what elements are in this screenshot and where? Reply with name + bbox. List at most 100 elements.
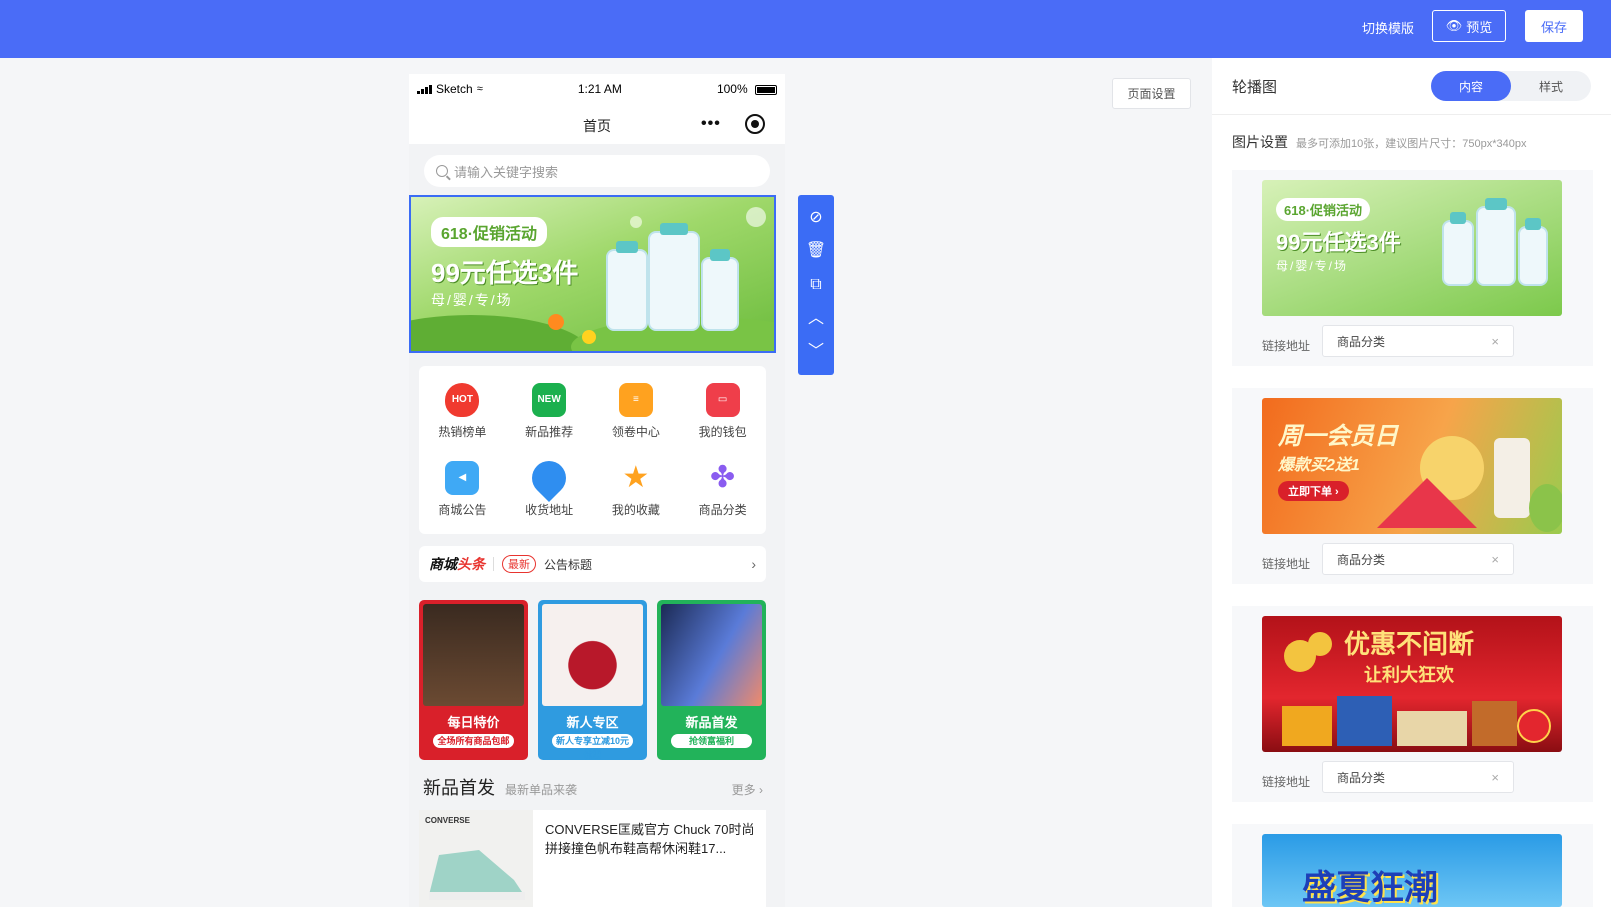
promo-card-daily[interactable]: 每日特价 全场所有商品包邮 <box>419 600 528 760</box>
wine-image <box>423 604 524 706</box>
preview-button[interactable]: 👁 预览 <box>1432 10 1506 42</box>
preview-label: 预览 <box>1466 19 1493 35</box>
close-target-icon[interactable] <box>744 114 765 134</box>
link-value: 商品分类 <box>1337 770 1386 785</box>
megaphone-icon: ◀ <box>445 460 480 495</box>
slot-image[interactable]: 618·促销活动 99元任选3件 母/婴/专/场 <box>1262 180 1562 316</box>
grid-item-hot[interactable]: HOT 热销榜单 <box>419 372 506 450</box>
grid-item-wallet[interactable]: ▭ 我的钱包 <box>679 372 766 450</box>
slot-image-headline: 盛夏狂潮 <box>1302 869 1438 907</box>
trash-icon[interactable]: 🗑 <box>806 243 826 259</box>
cherry-image <box>542 604 643 706</box>
grid-item-address[interactable]: 收货地址 <box>506 450 593 528</box>
battery-percent: 100% <box>716 82 748 96</box>
card-subtitle: 新人专享立减10元优惠 <box>552 734 633 760</box>
slot-image-headline: 99元任选3件 <box>1276 230 1401 255</box>
category-icon: ✤ <box>710 461 736 494</box>
chevron-up-icon[interactable]: ︿ <box>808 310 824 327</box>
eye-slash-icon[interactable]: ⊘ <box>809 209 822 226</box>
carousel-slot: 盛夏狂潮 <box>1232 824 1593 907</box>
product-bottle-image <box>701 249 739 331</box>
clear-icon[interactable]: × <box>1491 552 1499 567</box>
wallet-icon: ▭ <box>705 382 740 417</box>
link-input[interactable]: 商品分类 × <box>1322 325 1514 357</box>
link-label: 链接地址 <box>1262 339 1311 353</box>
chevron-down-icon[interactable]: ﹀ <box>808 344 824 360</box>
status-bar: Sketch ≈ 1:21 AM 100% <box>409 74 785 104</box>
settings-panel: 轮播图 内容 样式 图片设置 最多可添加10张，建议图片尺寸：750px*340… <box>1212 58 1611 907</box>
coupon-icon: ≡ <box>618 382 653 417</box>
panel-title: 轮播图 <box>1232 78 1278 96</box>
card-subtitle: 全场所有商品包邮 <box>433 734 514 748</box>
product-item[interactable]: CONVERSE CONVERSE匡威官方 Chuck 70时尚拼接撞色帆布鞋高… <box>419 810 766 907</box>
icon-nav-grid: HOT 热销榜单 NEW 新品推荐 ≡ 领卷中心 ▭ 我的钱包 ◀ 商城公告 收… <box>419 366 766 534</box>
carousel-banner[interactable]: 618·促销活动 99元任选3件 母/婴/专/场 <box>409 195 776 353</box>
more-link[interactable]: 更多 › <box>732 781 763 798</box>
location-pin-icon <box>525 453 574 502</box>
link-value: 商品分类 <box>1337 552 1386 567</box>
slot-image[interactable]: 周一会员日 爆款买2送1 立即下单 › <box>1262 398 1562 534</box>
mini-program-capsule[interactable]: ••• <box>689 108 777 140</box>
card-title: 新人专区 <box>566 715 619 730</box>
promo-card-launch[interactable]: 新品首发 抢领富福利 <box>657 600 766 760</box>
sneaker-icon <box>429 850 525 900</box>
grid-item-favorites[interactable]: ★ 我的收藏 <box>593 450 680 528</box>
image-settings-header: 图片设置 最多可添加10张，建议图片尺寸：750px*340px <box>1232 132 1526 152</box>
new-bag-icon: NEW <box>532 382 567 417</box>
promo-card-newcomer[interactable]: 新人专区 新人专享立减10元优惠 <box>538 600 647 760</box>
news-text: 公告标题 <box>544 557 593 572</box>
component-toolbar: ⊘ 🗑 ⧉ ︿ ﹀ <box>798 195 834 375</box>
carrier-text: Sketch <box>436 82 473 96</box>
star-icon: ★ <box>622 461 650 494</box>
more-dots-icon[interactable]: ••• <box>701 115 721 133</box>
tab-content[interactable]: 内容 <box>1431 71 1511 101</box>
switch-template-link[interactable]: 切换模版 <box>1362 18 1414 37</box>
product-name: CONVERSE匡威官方 Chuck 70时尚拼接撞色帆布鞋高帮休闲鞋17... <box>545 822 755 856</box>
wifi-icon: ≈ <box>476 83 483 95</box>
search-icon <box>436 165 448 177</box>
promo-cards: 每日特价 全场所有商品包邮 新人专区 新人专享立减10元优惠 新品首发 抢领富福… <box>419 600 766 760</box>
news-tag: 最新 <box>502 555 536 573</box>
chevron-right-icon: › <box>751 556 756 572</box>
search-placeholder: 请输入关键字搜索 <box>454 164 559 180</box>
hot-icon: HOT <box>445 382 480 417</box>
grid-item-notice[interactable]: ◀ 商城公告 <box>419 450 506 528</box>
panel-tabs: 内容 样式 <box>1431 71 1591 101</box>
gift-boxes-image <box>1282 632 1551 746</box>
fruit-image <box>1377 436 1562 532</box>
carousel-slot: 周一会员日 爆款买2送1 立即下单 › 链接地址 商品分类 × <box>1232 388 1593 584</box>
section-header: 新品首发 最新单品来袭 更多 › <box>423 774 763 800</box>
banner-subline: 母/婴/专/场 <box>431 292 513 308</box>
grid-item-label: 收货地址 <box>525 502 574 517</box>
banner-tag: 618·促销活动 <box>431 217 548 247</box>
banner-headline: 99元任选3件 <box>431 258 579 288</box>
product-bottle-image <box>1442 212 1474 286</box>
card-title: 新品首发 <box>685 715 738 730</box>
slot-image[interactable]: 盛夏狂潮 <box>1262 834 1562 907</box>
save-button[interactable]: 保存 <box>1525 10 1583 42</box>
link-input[interactable]: 商品分类 × <box>1322 761 1514 793</box>
search-input[interactable]: 请输入关键字搜索 <box>424 155 770 187</box>
grid-item-new[interactable]: NEW 新品推荐 <box>506 372 593 450</box>
section-subtitle: 最新单品来袭 <box>505 783 578 797</box>
clear-icon[interactable]: × <box>1491 334 1499 349</box>
copy-icon[interactable]: ⧉ <box>810 276 821 293</box>
battery-icon <box>755 84 777 95</box>
link-label: 链接地址 <box>1262 775 1311 789</box>
page-settings-button[interactable]: 页面设置 <box>1112 78 1191 109</box>
tab-style[interactable]: 样式 <box>1511 71 1591 101</box>
grid-item-coupon[interactable]: ≡ 领卷中心 <box>593 372 680 450</box>
news-ticker[interactable]: 商城头条 最新 公告标题 › <box>419 546 766 582</box>
link-input[interactable]: 商品分类 × <box>1322 543 1514 575</box>
slot-image[interactable]: 优惠不间断 让利大狂欢 <box>1262 616 1562 752</box>
clear-icon[interactable]: × <box>1491 770 1499 785</box>
grid-item-category[interactable]: ✤ 商品分类 <box>679 450 766 528</box>
news-brand: 商城头条 <box>429 554 485 574</box>
grid-item-label: 热销榜单 <box>438 424 487 439</box>
carousel-slot: 618·促销活动 99元任选3件 母/婴/专/场 链接地址 商品分类 × <box>1232 170 1593 366</box>
grid-item-label: 领卷中心 <box>611 424 660 439</box>
carousel-slot: 优惠不间断 让利大狂欢 链接地址 商品分类 × <box>1232 606 1593 802</box>
section-title: 新品首发 <box>423 778 495 798</box>
phone-preview: Sketch ≈ 1:21 AM 100% 首页 ••• 请输入关键字搜索 61… <box>409 74 785 907</box>
divider <box>493 557 494 571</box>
